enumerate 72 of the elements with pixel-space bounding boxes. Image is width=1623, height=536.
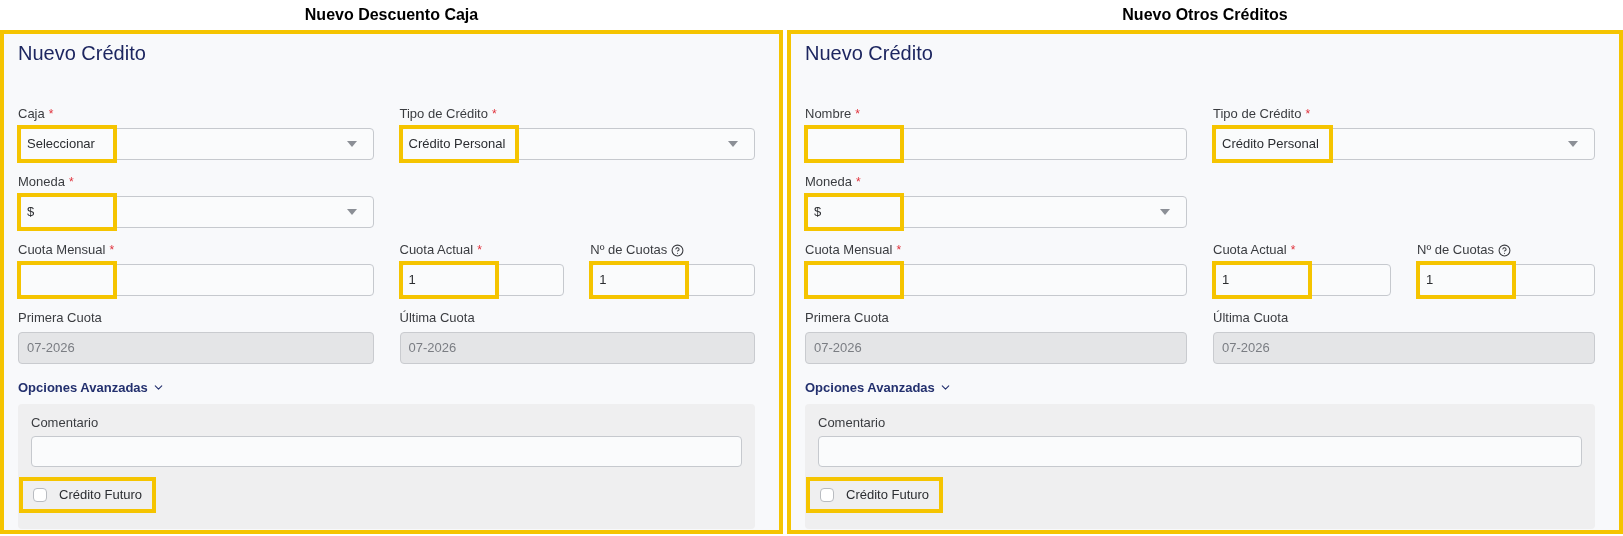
required-mark: *	[855, 106, 860, 123]
field-value: 07-2026	[1222, 339, 1270, 358]
field-value: 1	[408, 271, 416, 290]
field-value: Seleccionar	[27, 135, 95, 154]
field-label: Moneda	[18, 173, 65, 192]
input-field[interactable]: 1	[1417, 264, 1595, 296]
required-mark: *	[896, 242, 902, 259]
required-mark: *	[491, 106, 497, 123]
field-value: Crédito Personal	[408, 135, 506, 154]
field-value: 1	[599, 271, 607, 290]
field-label: Cuota Mensual	[18, 241, 106, 260]
panel-caption: Nuevo Otros Créditos	[1122, 5, 1288, 25]
input-field[interactable]	[18, 264, 374, 296]
checkbox-label: Crédito Futuro	[846, 486, 930, 504]
input-field[interactable]: 1	[399, 264, 565, 296]
field-value: 07-2026	[408, 339, 457, 358]
input-field[interactable]	[805, 128, 1187, 160]
required-mark: *	[1290, 242, 1296, 259]
checkbox[interactable]	[33, 487, 47, 502]
field-label: Nº de Cuotas	[590, 241, 668, 260]
field-value: 07-2026	[27, 339, 75, 358]
required-mark: *	[48, 106, 54, 123]
required-mark: *	[1305, 106, 1311, 123]
required-mark: *	[69, 174, 74, 191]
select-field[interactable]: $	[805, 196, 1187, 228]
caret-icon	[1568, 141, 1578, 147]
checkbox[interactable]	[820, 487, 834, 502]
caret-icon	[346, 209, 357, 215]
field-label: Moneda	[805, 173, 852, 192]
field-label: Cuota Actual	[1213, 241, 1287, 260]
field-value: 1	[1426, 271, 1434, 290]
form-title: Nuevo Crédito	[18, 41, 147, 66]
input-field[interactable]: 1	[590, 264, 755, 296]
field-label: Comentario	[31, 413, 100, 432]
required-mark: *	[109, 242, 115, 259]
field-label: Tipo de Crédito	[399, 105, 488, 124]
help-icon[interactable]	[1498, 243, 1511, 257]
select-field[interactable]: Seleccionar	[18, 128, 374, 160]
advanced-options-toggle[interactable]: Opciones Avanzadas	[18, 378, 165, 398]
field-value: Crédito Personal	[1222, 135, 1319, 154]
select-field[interactable]: Crédito Personal	[1213, 128, 1595, 160]
input-field[interactable]	[805, 264, 1187, 296]
field-value: 1	[1222, 271, 1230, 290]
field-label: Nombre	[805, 105, 852, 124]
field-label: Cuota Actual	[399, 241, 474, 260]
field-label: Última Cuota	[1213, 309, 1289, 328]
required-mark: *	[856, 174, 861, 191]
checkbox-label: Crédito Futuro	[59, 486, 143, 504]
field-label: Primera Cuota	[805, 309, 889, 328]
input-field[interactable]: 1	[1213, 264, 1391, 296]
field-label: Tipo de Crédito	[1213, 105, 1302, 124]
caret-icon	[1160, 209, 1170, 215]
field-label: Caja	[18, 105, 45, 124]
form-title: Nuevo Crédito	[805, 41, 934, 66]
field-label: Cuota Mensual	[805, 241, 893, 260]
field-value: $	[27, 203, 35, 222]
select-field[interactable]: Crédito Personal	[399, 128, 755, 160]
field-label: Última Cuota	[399, 309, 475, 328]
field-label: Nº de Cuotas	[1417, 241, 1494, 260]
field-label: Comentario	[818, 413, 887, 432]
caret-icon	[346, 141, 357, 147]
select-field[interactable]: $	[18, 196, 374, 228]
comment-field[interactable]	[31, 436, 742, 467]
comment-field[interactable]	[818, 436, 1582, 467]
field-label: Primera Cuota	[18, 309, 102, 328]
field-value: $	[814, 203, 822, 222]
help-icon[interactable]	[671, 243, 685, 257]
caret-icon	[728, 141, 738, 147]
panel-caption: Nuevo Descuento Caja	[304, 5, 479, 25]
required-mark: *	[477, 242, 482, 259]
advanced-options-toggle[interactable]: Opciones Avanzadas	[805, 378, 952, 398]
field-value: 07-2026	[814, 339, 862, 358]
